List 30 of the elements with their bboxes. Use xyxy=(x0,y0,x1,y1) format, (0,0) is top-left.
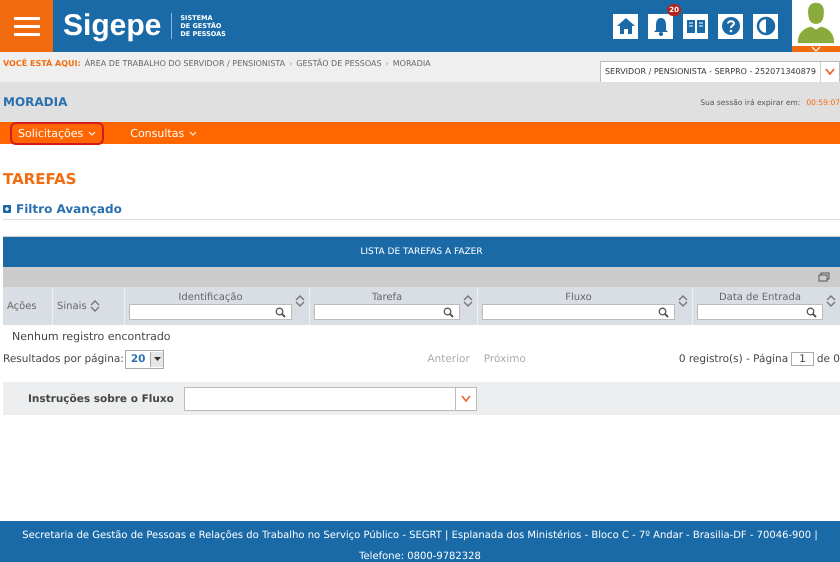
per-page-label: Resultados por página: xyxy=(3,353,124,365)
menu-item[interactable]: Consultas xyxy=(122,122,206,144)
empty-message: Nenhum registro encontrado xyxy=(12,330,172,343)
instructions-label: Instruções sobre o Fluxo xyxy=(28,392,174,404)
breadcrumb-label: VOCÊ ESTÁ AQUI: xyxy=(3,58,81,68)
menu-item[interactable]: Solicitações xyxy=(10,122,104,144)
page-total: de 0 xyxy=(816,353,840,365)
breadcrumb-separator: › xyxy=(386,58,389,68)
next-link[interactable]: Próximo xyxy=(484,353,526,365)
filter-toggle[interactable]: Filtro Avançado xyxy=(3,202,840,220)
column-header[interactable]: Tarefa xyxy=(310,287,478,325)
logo-text: Sigepe xyxy=(63,13,172,39)
breadcrumb-link[interactable]: MORADIA xyxy=(392,58,431,68)
previous-link[interactable]: Anterior xyxy=(427,353,470,365)
column-header[interactable]: Ações xyxy=(3,287,53,325)
column-header[interactable]: Data de Entrada xyxy=(693,287,840,325)
per-page-select[interactable]: 20 xyxy=(124,350,164,368)
breadcrumb-link[interactable]: GESTÃO DE PESSOAS xyxy=(296,58,382,68)
profile-select[interactable]: SERVIDOR / PENSIONISTA - SERPRO - 252071340879 xyxy=(600,60,840,82)
page-field[interactable]: 1 xyxy=(791,352,814,366)
footer-text: Secretaria de Gestão de Pessoas e Relações do Trabalho no Serviço Público - SEGRT | Esplanada dos Ministérios - Bloco C - 7º Andar - Brasilia-DF - 70046-900 | Telefone: 0800-9782328 xyxy=(21,529,819,562)
section-title: TAREFAS xyxy=(3,170,78,188)
table-title: LISTA DE TAREFAS A FAZER xyxy=(3,236,840,267)
record-count: 0 registro(s) - Página xyxy=(678,353,788,365)
column-header[interactable]: Fluxo xyxy=(478,287,693,325)
breadcrumb-separator: › xyxy=(289,58,292,68)
page-title: MORADIA xyxy=(3,95,68,109)
column-header[interactable]: Sinais xyxy=(53,287,125,325)
breadcrumb-link[interactable]: ÁREA DE TRABALHO DO SERVIDOR / PENSIONISTA xyxy=(84,58,286,68)
column-header[interactable]: Identificação xyxy=(125,287,310,325)
